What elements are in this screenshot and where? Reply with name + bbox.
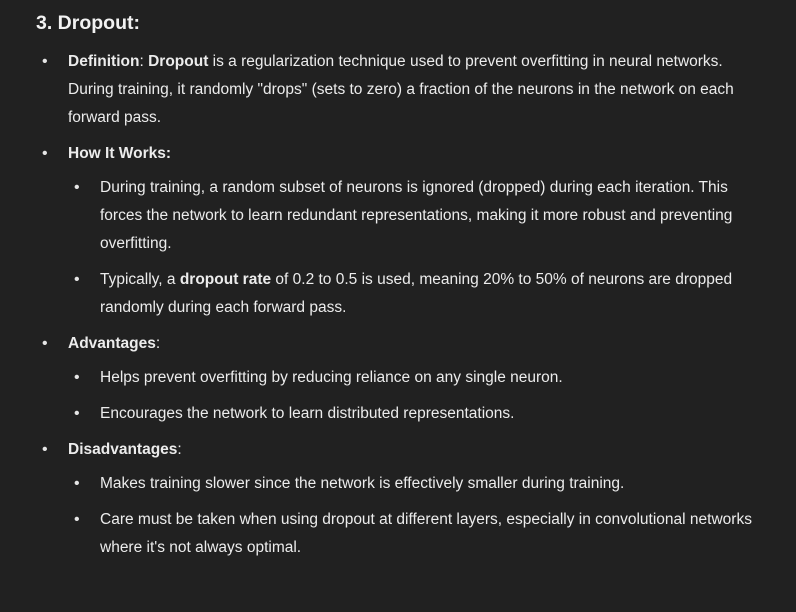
list-item-advantages: Advantages: Helps prevent overfitting by… [36, 330, 766, 428]
disadvantages-colon: : [177, 441, 182, 458]
message-content: 3. Dropout: Definition: Dropout is a reg… [0, 0, 796, 562]
list-item-definition: Definition: Dropout is a regularization … [36, 48, 766, 132]
sub-item-how-2: Typically, a dropout rate of 0.2 to 0.5 … [68, 266, 766, 322]
definition-colon: : [139, 53, 149, 70]
advantages-colon: : [155, 335, 161, 352]
advantages-sublist: Helps prevent overfitting by reducing re… [68, 364, 766, 428]
section-heading: 3. Dropout: [36, 12, 140, 34]
advantages-label: Advantages [68, 335, 156, 352]
dropout-rate-term: dropout rate [179, 271, 272, 288]
list-item-how-it-works: How It Works: During training, a random … [36, 140, 766, 322]
sub-item-disadvantage-1: Makes training slower since the network … [68, 470, 766, 498]
disadvantages-sublist: Makes training slower since the network … [68, 470, 766, 562]
main-bullet-list: Definition: Dropout is a regularization … [36, 48, 766, 562]
dropout-rate-prefix: Typically, a [100, 271, 180, 288]
sub-item-disadvantage-2: Care must be taken when using dropout at… [68, 506, 766, 562]
definition-label: Definition [68, 53, 140, 70]
how-it-works-sublist: During training, a random subset of neur… [68, 174, 766, 322]
how-it-works-label: How It Works: [68, 145, 172, 162]
list-item-disadvantages: Disadvantages: Makes training slower sin… [36, 436, 766, 562]
disadvantages-label: Disadvantages [68, 441, 178, 458]
sub-item-how-1: During training, a random subset of neur… [68, 174, 766, 258]
definition-term: Dropout [148, 53, 209, 70]
sub-item-advantage-2: Encourages the network to learn distribu… [68, 400, 766, 428]
sub-item-advantage-1: Helps prevent overfitting by reducing re… [68, 364, 766, 392]
